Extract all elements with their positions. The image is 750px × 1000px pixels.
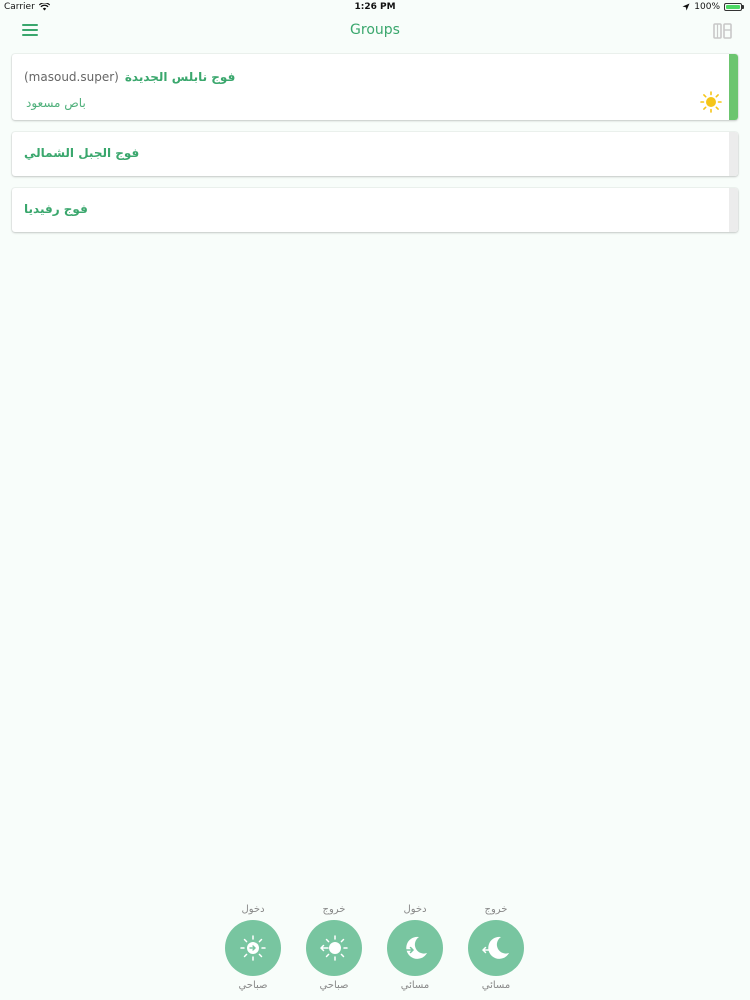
- action-top-label: دخول: [403, 904, 427, 915]
- group-bus-name: باص مسعود: [26, 96, 86, 110]
- group-user: (masoud.super): [24, 70, 119, 84]
- location-arrow-icon: [682, 3, 690, 11]
- status-time: 1:26 PM: [354, 2, 396, 12]
- group-card[interactable]: فوج رفيديا: [12, 188, 738, 232]
- action-circle[interactable]: [468, 920, 524, 976]
- action-top-label: خروج: [484, 904, 508, 915]
- action-bottom-label: مسائي: [400, 980, 430, 991]
- action-top-label: خروج: [322, 904, 346, 915]
- action-circle[interactable]: [387, 920, 443, 976]
- battery-percent: 100%: [694, 2, 720, 12]
- action-bottom-label: صباحي: [238, 980, 268, 991]
- indicator-bar: [729, 132, 738, 176]
- group-title-line: (masoud.super) فوج نابلس الجديدة: [24, 70, 235, 84]
- group-card[interactable]: فوج الجبل الشمالي: [12, 132, 738, 176]
- action-bottom-label: مسائي: [481, 980, 511, 991]
- pages-icon[interactable]: [713, 22, 733, 40]
- moon-exit-icon: [482, 936, 509, 959]
- morning-exit-button[interactable]: خروج صباحي: [306, 902, 362, 994]
- group-card[interactable]: (masoud.super) فوج نابلس الجديدة باص مسع…: [12, 54, 738, 120]
- nav-bar: Groups: [0, 14, 750, 48]
- group-name: فوج نابلس الجديدة: [124, 70, 236, 84]
- groups-list: (masoud.super) فوج نابلس الجديدة باص مسع…: [12, 54, 738, 244]
- sun-exit-icon: [320, 935, 348, 961]
- evening-enter-button[interactable]: دخول مسائي: [387, 902, 443, 994]
- action-top-label: دخول: [241, 904, 265, 915]
- battery-icon: [724, 3, 744, 11]
- status-bar: Carrier 1:26 PM 100%: [0, 0, 750, 14]
- page-title: Groups: [350, 22, 400, 38]
- trip-actions: دخول صباحي خروج صباحي دخول مسائي خروج مس…: [0, 902, 750, 1000]
- moon-enter-icon: [404, 936, 427, 959]
- action-circle[interactable]: [306, 920, 362, 976]
- sun-enter-icon: [240, 935, 266, 961]
- status-right: 100%: [682, 2, 744, 12]
- action-bottom-label: صباحي: [319, 980, 349, 991]
- action-circle[interactable]: [225, 920, 281, 976]
- group-name: فوج الجبل الشمالي: [24, 146, 140, 160]
- group-name: فوج رفيديا: [24, 202, 88, 216]
- morning-enter-button[interactable]: دخول صباحي: [225, 902, 281, 994]
- active-indicator-bar: [729, 54, 738, 120]
- sun-icon: [700, 91, 722, 113]
- evening-exit-button[interactable]: خروج مسائي: [468, 902, 524, 994]
- indicator-bar: [729, 188, 738, 232]
